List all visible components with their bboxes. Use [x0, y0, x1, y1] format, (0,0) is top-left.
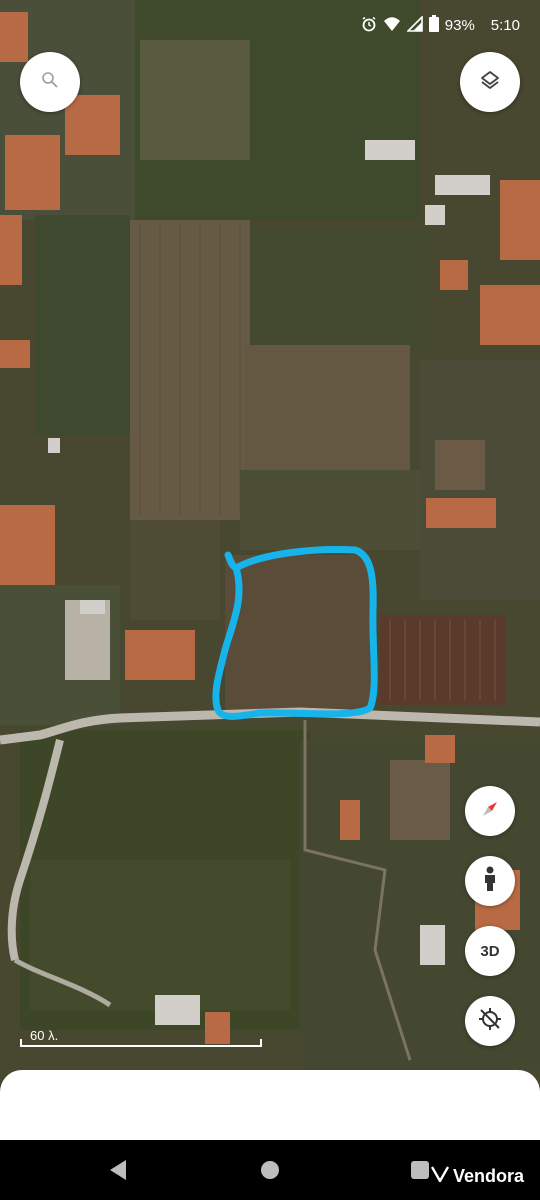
battery-percent: 93%	[444, 17, 475, 34]
alarm-icon	[361, 16, 377, 36]
status-bar: 93% 5:10	[0, 0, 540, 50]
bottom-sheet[interactable]	[0, 1070, 540, 1140]
battery-icon	[428, 15, 439, 36]
satellite-map[interactable]	[0, 0, 540, 1140]
location-off-icon	[477, 1006, 503, 1037]
vendora-logo-icon	[430, 1166, 450, 1187]
street-view-button[interactable]	[465, 856, 515, 906]
scale-line	[20, 1045, 262, 1047]
layers-icon	[479, 69, 501, 96]
clock: 5:10	[490, 17, 520, 34]
scale-tick-left	[20, 1039, 22, 1047]
person-icon	[480, 866, 500, 897]
scale-label: 60 λ.	[30, 1028, 59, 1043]
scale-tick-right	[260, 1039, 262, 1047]
search-icon	[41, 71, 59, 94]
wifi-icon	[383, 16, 401, 36]
compass-icon	[477, 796, 503, 827]
layers-button[interactable]	[460, 52, 520, 112]
home-button[interactable]	[261, 1161, 279, 1179]
map-scale: 60 λ.	[20, 1025, 262, 1047]
compass-button[interactable]	[465, 786, 515, 836]
watermark: Vendora	[430, 1166, 524, 1187]
watermark-text: Vendora	[452, 1166, 524, 1186]
3d-button[interactable]: 3D	[465, 926, 515, 976]
back-button[interactable]	[110, 1160, 126, 1180]
recents-button[interactable]	[411, 1161, 429, 1179]
my-location-button[interactable]	[465, 996, 515, 1046]
search-button[interactable]	[20, 52, 80, 112]
signal-icon	[405, 14, 423, 36]
